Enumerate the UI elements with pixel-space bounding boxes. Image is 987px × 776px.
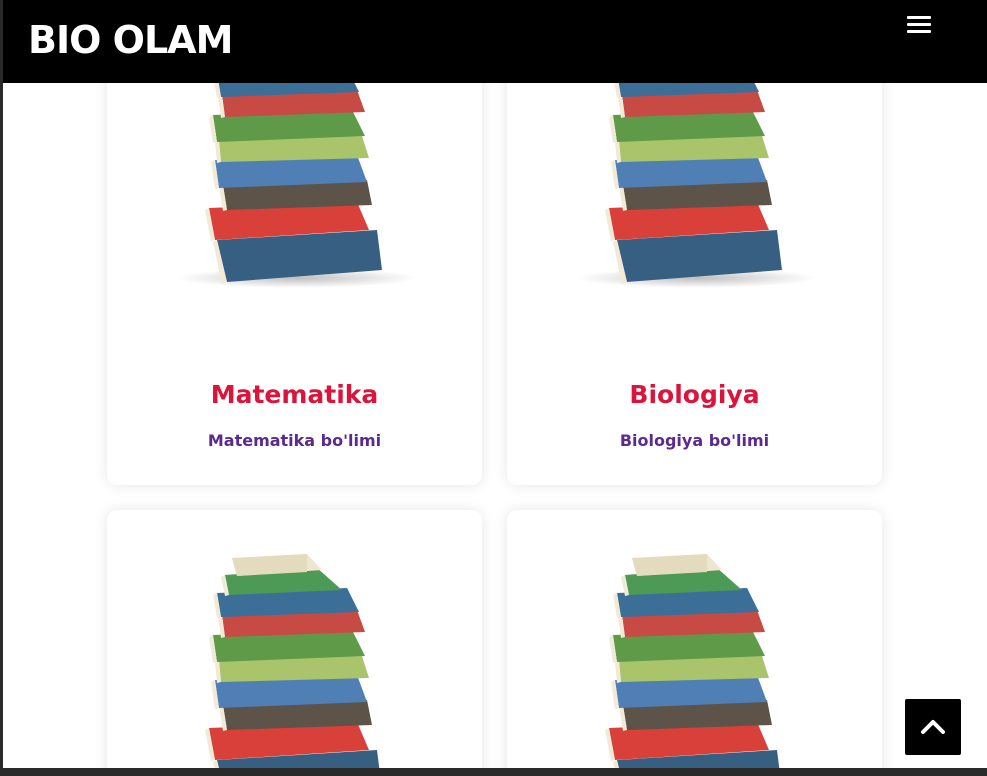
hamburger-icon[interactable] (907, 16, 931, 36)
scroll-to-top-button[interactable] (905, 699, 961, 755)
card-subtitle: Matematika bo'limi (207, 431, 382, 450)
book-stack-image (577, 554, 817, 768)
category-card-4[interactable] (507, 510, 882, 768)
card-title[interactable]: Biologiya (507, 380, 882, 409)
top-navbar: BIO OLAM (3, 0, 987, 83)
card-title[interactable]: Matematika (107, 380, 482, 409)
book-stack-image (177, 554, 417, 768)
brand-logo[interactable]: BIO OLAM (28, 18, 233, 62)
page-viewport: Matematika Matematika bo'limi Biologiya … (3, 0, 987, 768)
card-subtitle: Biologiya bo'limi (619, 431, 770, 450)
chevron-up-icon (921, 720, 945, 734)
bottom-edge (0, 768, 987, 776)
category-card-3[interactable] (107, 510, 482, 768)
